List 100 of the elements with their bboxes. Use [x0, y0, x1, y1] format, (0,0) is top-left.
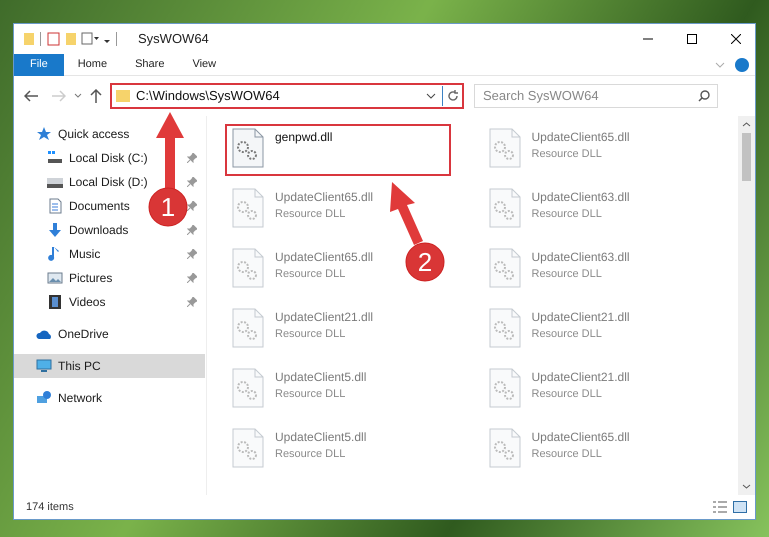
pin-icon[interactable]	[187, 249, 197, 259]
dll-file-icon	[488, 308, 522, 348]
file-tile[interactable]: genpwd.dll	[225, 124, 451, 176]
ribbon-tab[interactable]: View	[178, 54, 230, 76]
file-tile[interactable]: UpdateClient5.dll Resource DLL	[225, 364, 395, 416]
file-tile[interactable]: UpdateClient21.dll Resource DLL	[225, 304, 395, 356]
dll-file-icon	[488, 128, 522, 168]
dll-file-icon	[488, 368, 522, 408]
file-name: UpdateClient5.dll	[275, 429, 366, 446]
dll-file-icon	[488, 188, 522, 228]
refresh-icon[interactable]	[447, 90, 459, 102]
pc-icon	[36, 358, 52, 374]
sidebar-label: Downloads	[69, 222, 128, 239]
sidebar-item[interactable]: Pictures	[47, 269, 112, 287]
scrollbar-thumb[interactable]	[742, 133, 751, 181]
dll-file-icon	[488, 428, 522, 468]
file-type: Resource DLL	[532, 147, 603, 162]
file-tile[interactable]: UpdateClient5.dll Resource DLL	[225, 424, 395, 476]
folder-icon	[116, 89, 130, 103]
sidebar-item[interactable]: Quick access	[36, 125, 130, 143]
ribbon-tab[interactable]: Home	[64, 54, 122, 76]
dll-file-icon	[231, 308, 265, 348]
sidebar-item[interactable]: Network	[36, 389, 102, 407]
sidebar-item[interactable]: Local Disk (D:)	[47, 173, 148, 191]
file-name: UpdateClient21.dll	[275, 309, 374, 326]
search-field[interactable]: Search SysWOW64	[474, 84, 718, 108]
pin-icon[interactable]	[187, 297, 197, 307]
file-type: Resource DLL	[532, 387, 603, 402]
sidebar-item[interactable]: Music	[47, 245, 100, 263]
sidebar-item[interactable]: OneDrive	[36, 325, 109, 343]
sidebar-label: Network	[58, 390, 102, 407]
sidebar-label: Quick access	[58, 126, 130, 143]
chevron-up-icon[interactable]	[742, 122, 751, 127]
pin-icon[interactable]	[187, 201, 197, 211]
network-icon	[36, 390, 52, 406]
pin-icon[interactable]	[187, 177, 197, 187]
file-tile[interactable]: UpdateClient63.dll Resource DLL	[482, 244, 652, 296]
download-icon	[47, 222, 63, 238]
sidebar-label: Local Disk (C:)	[69, 150, 148, 167]
file-tile[interactable]: UpdateClient21.dll Resource DLL	[482, 304, 652, 356]
file-type: Resource DLL	[275, 207, 346, 222]
address-bar[interactable]: C:\Windows\SysWOW64	[110, 83, 464, 109]
file-tile[interactable]: UpdateClient65.dll Resource DLL	[482, 424, 652, 476]
close-icon[interactable]	[731, 34, 741, 44]
dll-file-icon	[488, 248, 522, 288]
file-name: UpdateClient21.dll	[532, 369, 630, 386]
chevron-down-icon[interactable]	[74, 93, 82, 99]
sidebar-label: Music	[69, 246, 100, 263]
ribbon-tab[interactable]: Share	[121, 54, 178, 76]
large-icons-view-icon[interactable]	[733, 501, 747, 513]
details-view-icon[interactable]	[713, 501, 727, 513]
sidebar-item[interactable]: This PC	[36, 357, 101, 375]
doc-icon	[47, 198, 63, 214]
file-type: Resource DLL	[532, 447, 603, 462]
chevron-down-icon[interactable]	[426, 93, 436, 99]
video-icon	[47, 294, 63, 310]
pin-icon[interactable]	[187, 273, 197, 283]
up-arrow-icon[interactable]	[90, 89, 102, 103]
scrollbar[interactable]	[738, 116, 755, 495]
sidebar-item[interactable]: Videos	[47, 293, 106, 311]
file-name: UpdateClient63.dll	[532, 249, 630, 266]
sidebar-item[interactable]: Local Disk (C:)	[47, 149, 148, 167]
sidebar-label: This PC	[58, 358, 101, 375]
dll-file-icon	[231, 368, 265, 408]
dll-file-icon	[231, 428, 265, 468]
maximize-icon[interactable]	[687, 34, 697, 44]
item-count: 174 items	[26, 500, 75, 515]
file-name: UpdateClient21.dll	[532, 309, 630, 326]
dll-file-icon	[231, 188, 265, 228]
windisk-icon	[47, 150, 63, 166]
ribbon-tab[interactable]: File	[14, 54, 64, 76]
sidebar-label: Pictures	[69, 270, 112, 287]
file-name: UpdateClient65.dll	[275, 249, 374, 266]
pin-icon[interactable]	[187, 153, 197, 163]
file-type: Resource DLL	[275, 387, 346, 402]
window-title: SysWOW64	[138, 30, 210, 48]
search-icon	[698, 90, 710, 102]
sidebar-item[interactable]: Documents	[47, 197, 130, 215]
chevron-down-icon[interactable]	[742, 484, 751, 489]
dll-file-icon	[231, 128, 265, 168]
file-type: Resource DLL	[275, 447, 346, 462]
file-name: UpdateClient65.dll	[532, 429, 630, 446]
sidebar-item[interactable]: Downloads	[47, 221, 128, 239]
file-tile[interactable]: UpdateClient63.dll Resource DLL	[482, 184, 652, 236]
picture-icon	[47, 270, 63, 286]
file-name: UpdateClient5.dll	[275, 369, 366, 386]
pin-icon[interactable]	[187, 225, 197, 235]
file-type: Resource DLL	[275, 267, 346, 282]
file-tile[interactable]: UpdateClient21.dll Resource DLL	[482, 364, 652, 416]
star-icon	[36, 126, 52, 142]
sidebar-label: Videos	[69, 294, 106, 311]
file-name: UpdateClient65.dll	[532, 129, 630, 146]
file-type: Resource DLL	[532, 267, 603, 282]
back-arrow-icon[interactable]	[24, 90, 38, 102]
sidebar-label: Local Disk (D:)	[69, 174, 148, 191]
file-name: genpwd.dll	[275, 129, 332, 146]
file-tile[interactable]: UpdateClient65.dll Resource DLL	[482, 124, 652, 176]
sidebar-label: OneDrive	[58, 326, 109, 343]
file-type: Resource DLL	[275, 327, 346, 342]
sidebar-label: Documents	[69, 198, 130, 215]
